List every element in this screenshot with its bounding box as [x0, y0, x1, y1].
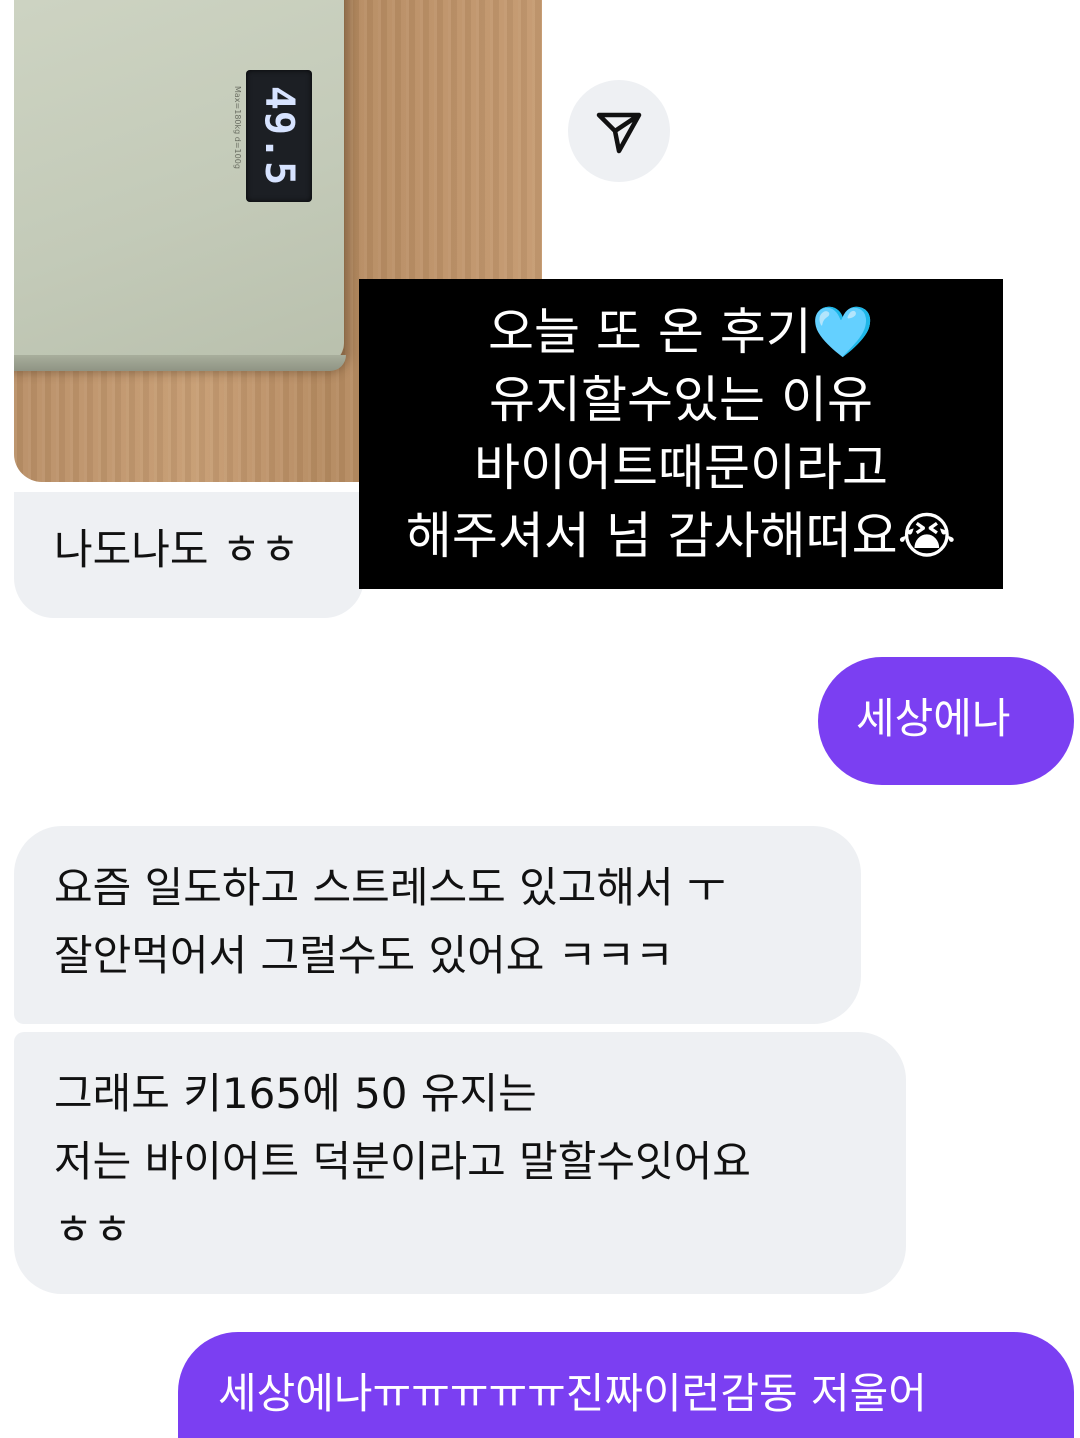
message-text: 그래도 키165에 50 유지는: [54, 1069, 537, 1118]
message-text: 세상에나ㅠㅠㅠㅠㅠ진짜이런감동 저울어: [218, 1369, 927, 1418]
message-bubble-incoming[interactable]: 요즘 일도하고 스트레스도 있고해서 ㅜ 잘안먹어서 그럴수도 있어요 ㅋㅋㅋ: [14, 826, 861, 1024]
message-bubble-incoming[interactable]: 나도나도 ㅎㅎ: [14, 492, 364, 618]
scale-reading: 49.5: [256, 85, 302, 187]
message-text: 요즘 일도하고 스트레스도 있고해서 ㅜ: [54, 863, 726, 912]
share-button[interactable]: [568, 80, 670, 182]
message-text: 저는 바이어트 덕분이라고 말할수잇어요: [54, 1137, 751, 1186]
message-text: ㅎㅎ: [54, 1205, 132, 1254]
scale-spec-label: Max=180kg d=100g: [233, 86, 242, 169]
caption-line: 오늘 또 온 후기🩵: [488, 303, 874, 361]
story-caption: 오늘 또 온 후기🩵 유지할수있는 이유 바이어트때문이라고 해주셔서 넘 감사…: [359, 279, 1003, 589]
message-text: 세상에나: [856, 694, 1011, 743]
caption-line: 해주셔서 넘 감사해떠요😭: [405, 507, 957, 565]
message-text: 나도나도 ㅎㅎ: [54, 525, 300, 574]
message-text: 잘안먹어서 그럴수도 있어요 ㅋㅋㅋ: [54, 931, 674, 980]
message-bubble-incoming[interactable]: 그래도 키165에 50 유지는 저는 바이어트 덕분이라고 말할수잇어요 ㅎㅎ: [14, 1032, 906, 1294]
send-icon: [596, 112, 642, 154]
message-bubble-outgoing[interactable]: 세상에나: [818, 657, 1074, 785]
scale-display: 49.5: [246, 70, 312, 202]
caption-line: 유지할수있는 이유: [489, 371, 873, 429]
message-bubble-outgoing[interactable]: 세상에나ㅠㅠㅠㅠㅠ진짜이런감동 저울어: [178, 1332, 1074, 1438]
caption-line: 바이어트때문이라고: [474, 439, 888, 497]
scale-edge: [14, 355, 346, 371]
